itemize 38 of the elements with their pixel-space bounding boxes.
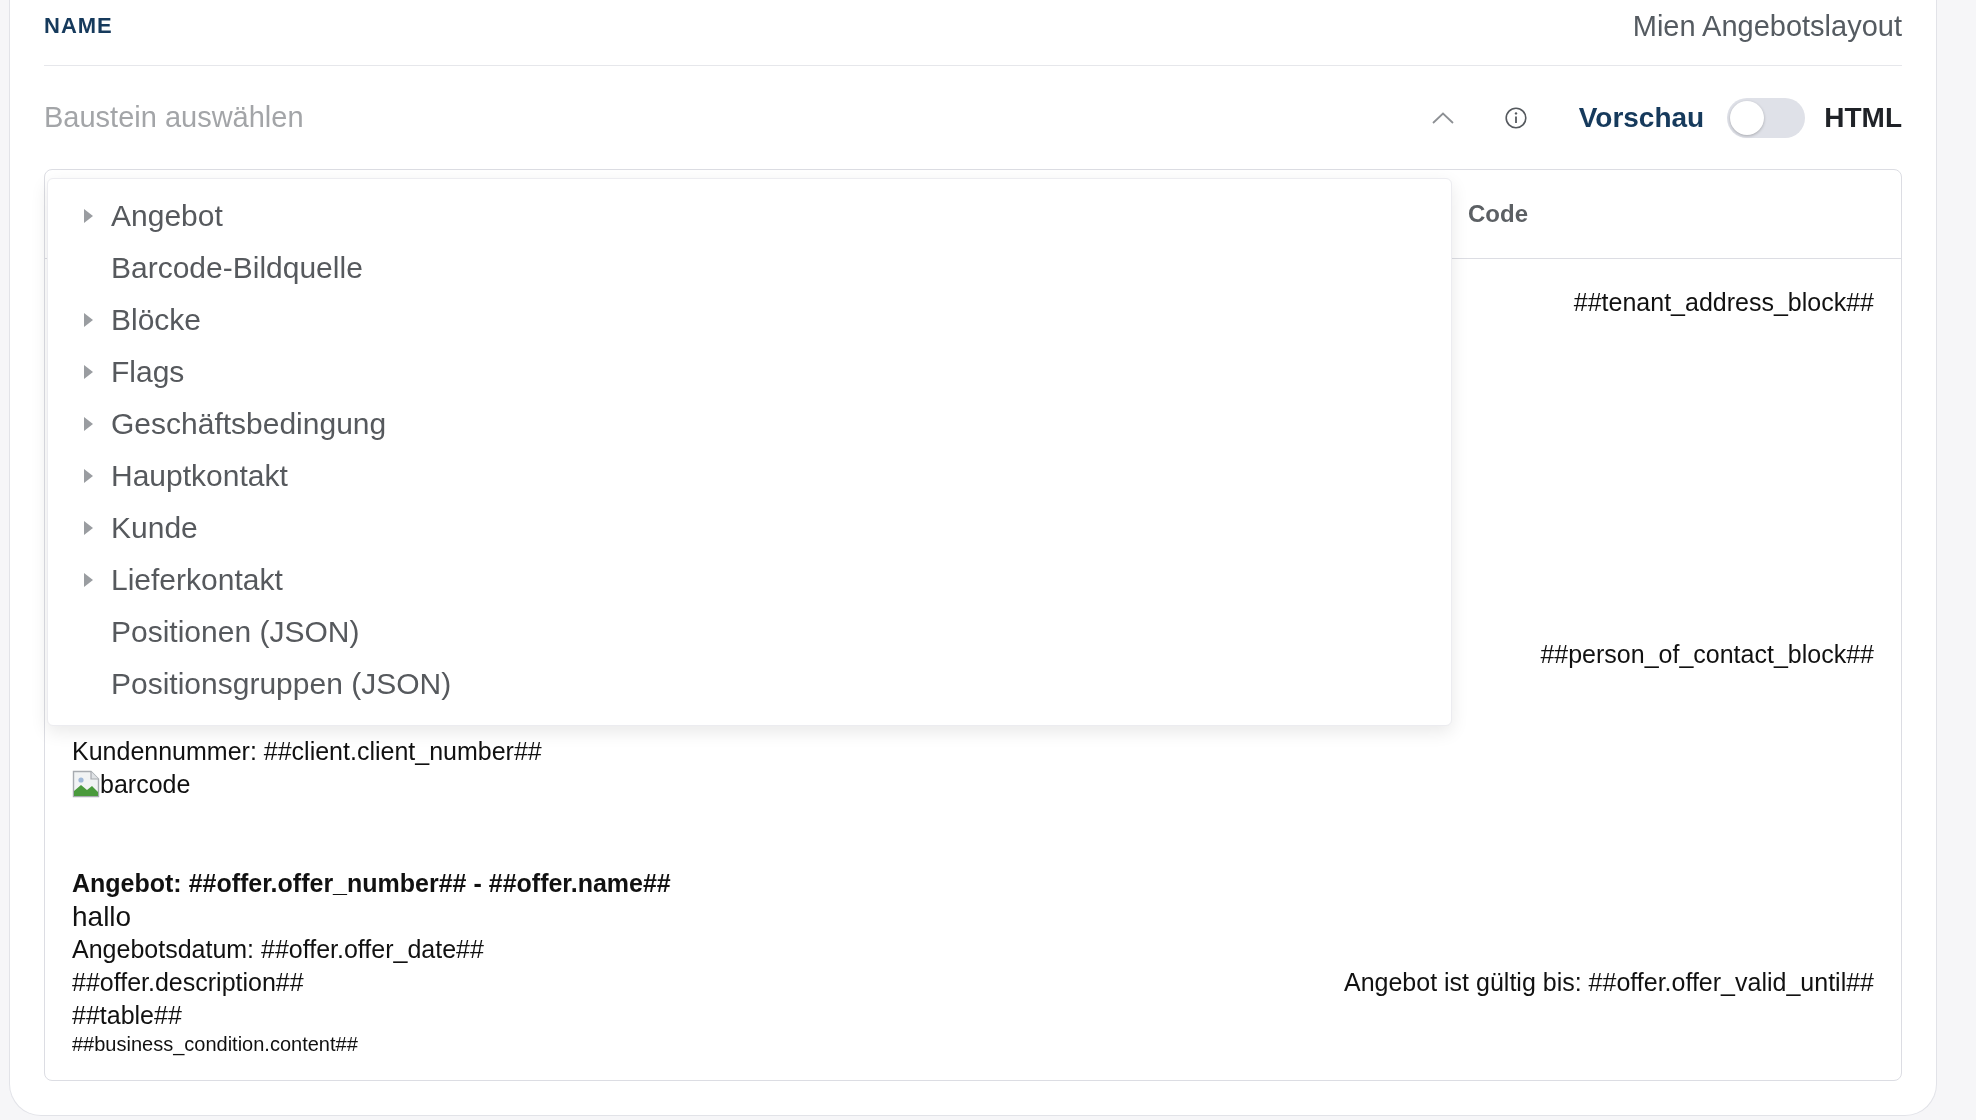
caret-right-icon[interactable] — [84, 573, 93, 587]
preview-text: hallo — [72, 900, 132, 933]
image-alt-text: barcode — [100, 769, 191, 800]
caret-right-icon[interactable] — [84, 365, 93, 379]
caret-right-icon[interactable] — [84, 313, 93, 327]
toggle-label: HTML — [1824, 100, 1902, 135]
dropdown-item[interactable]: Flags — [84, 354, 185, 390]
dropdown-item[interactable]: Positionen (JSON) — [111, 614, 360, 650]
caret-right-icon[interactable] — [84, 469, 93, 483]
preview-text: Angebotsdatum: ##offer.offer_date## — [72, 934, 484, 965]
dropdown-item[interactable]: Positionsgruppen (JSON) — [111, 666, 452, 702]
preview-text: ##person_of_contact_block## — [1540, 639, 1874, 670]
caret-right-icon[interactable] — [84, 417, 93, 431]
info-icon[interactable] — [1504, 106, 1527, 129]
dropdown-item[interactable]: Lieferkontakt — [84, 562, 283, 598]
code-label: Code — [1468, 199, 1528, 229]
preview-text: Angebot ist gültig bis: ##offer.offer_valid_until## — [1344, 967, 1874, 998]
dropdown-item[interactable]: Geschäftsbedingung — [84, 406, 387, 442]
block-select-field[interactable]: Baustein auswählen — [44, 97, 1422, 138]
caret-right-icon[interactable] — [84, 521, 93, 535]
name-label: NAME — [44, 13, 113, 40]
dropdown-item[interactable]: Blöcke — [84, 302, 202, 338]
chevron-up-icon[interactable] — [1431, 111, 1454, 124]
toggle-label: Vorschau — [1578, 100, 1705, 135]
preview-text: ##business_condition.content## — [72, 1032, 358, 1056]
name-value: Mien Angebotslayout — [1632, 9, 1902, 44]
dropdown-item[interactable]: Barcode-Bildquelle — [111, 250, 363, 286]
broken-image-icon — [72, 770, 100, 798]
preview-text: Kundennummer: ##client.client_number## — [72, 736, 542, 767]
dropdown-item[interactable]: Hauptkontakt — [84, 458, 288, 494]
preview-text: ##tenant_address_block## — [1573, 287, 1874, 318]
view-toggle-switch[interactable] — [1727, 97, 1806, 138]
preview-heading: Angebot: ##offer.offer_number## - ##offer.name## — [72, 868, 671, 899]
caret-right-icon[interactable] — [84, 209, 93, 223]
preview-text: ##table## — [72, 1000, 182, 1031]
dropdown-item[interactable]: Kunde — [84, 510, 198, 546]
preview-text: ##offer.description## — [72, 967, 304, 998]
dropdown-item[interactable]: Angebot — [84, 198, 223, 234]
